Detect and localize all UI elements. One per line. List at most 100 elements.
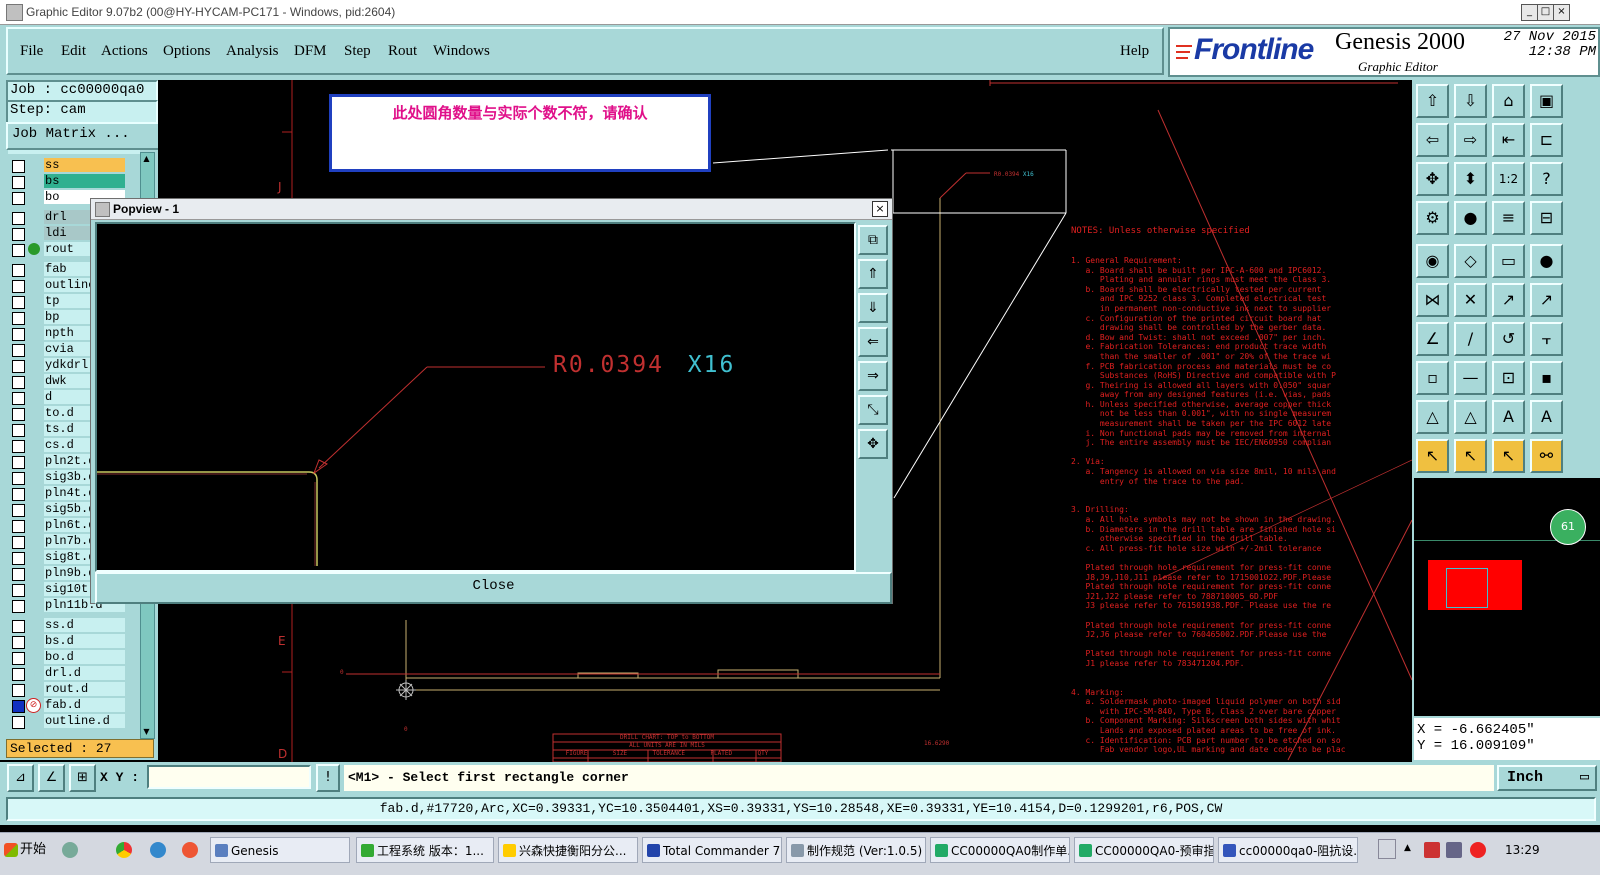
- chrome-icon[interactable]: [116, 842, 132, 858]
- popview-close-icon[interactable]: ×: [872, 201, 888, 217]
- units-selector[interactable]: Inch ▭: [1497, 765, 1597, 791]
- layer-checkbox[interactable]: [12, 536, 25, 549]
- layer-row-bo-d[interactable]: bo.d: [6, 650, 140, 665]
- layer-row-bs[interactable]: bs: [6, 174, 140, 189]
- zoom-area-icon[interactable]: ⬍: [1454, 162, 1487, 196]
- text-alt-icon[interactable]: A: [1530, 400, 1563, 434]
- move-icon[interactable]: ↗: [1492, 283, 1525, 317]
- connect-icon[interactable]: ⚯: [1530, 439, 1563, 473]
- tray-g-icon[interactable]: [1470, 842, 1486, 858]
- snap-grid-icon[interactable]: ⊿: [7, 764, 34, 792]
- task-engineering-system[interactable]: 工程系统 版本：1...: [356, 837, 494, 863]
- quicklaunch-app-icon[interactable]: [182, 842, 198, 858]
- language-icon[interactable]: [1378, 839, 1396, 859]
- layer-name[interactable]: rout.d: [44, 682, 125, 696]
- fill-icon[interactable]: ▪: [1530, 361, 1563, 395]
- layer-checkbox[interactable]: [12, 296, 25, 309]
- xy-input[interactable]: [147, 765, 311, 789]
- pan-up-icon[interactable]: ⇧: [1416, 84, 1449, 118]
- close-window-button[interactable]: ×: [1553, 4, 1570, 21]
- minimap-viewport[interactable]: [1446, 568, 1488, 608]
- layer-checkbox[interactable]: [12, 192, 25, 205]
- zoom-fit-icon[interactable]: ✥: [1416, 162, 1449, 196]
- pointer-icon[interactable]: ↖: [1416, 439, 1449, 473]
- snap-center-icon[interactable]: ⊞: [69, 764, 96, 792]
- layer-row-ss[interactable]: ss: [6, 158, 140, 173]
- scroll-up-icon[interactable]: ▲: [142, 154, 151, 164]
- menu-windows[interactable]: Windows: [433, 43, 490, 60]
- task-genesis[interactable]: Genesis: [210, 837, 350, 863]
- layer-checkbox[interactable]: [12, 584, 25, 597]
- layer-checkbox[interactable]: [12, 264, 25, 277]
- menu-step[interactable]: Step: [344, 43, 371, 60]
- ruler-icon[interactable]: ▭: [1492, 244, 1525, 278]
- copy-icon[interactable]: ↗: [1530, 283, 1563, 317]
- layer-checkbox[interactable]: [12, 716, 25, 729]
- layer-checkbox[interactable]: [12, 472, 25, 485]
- layer-checkbox[interactable]: [12, 392, 25, 405]
- help-icon[interactable]: ?: [1530, 162, 1563, 196]
- layer-name[interactable]: drl.d: [44, 666, 125, 680]
- measure-icon[interactable]: ●: [1454, 201, 1487, 235]
- layer-name[interactable]: outline.d: [44, 714, 125, 728]
- menu-edit[interactable]: Edit: [61, 43, 86, 60]
- popview-title-bar[interactable]: Popview - 1 ×: [91, 199, 892, 220]
- layer-checkbox[interactable]: [12, 244, 25, 257]
- layer-checkbox[interactable]: [12, 280, 25, 293]
- task-impedance-word[interactable]: cc00000qa0-阻抗设...: [1218, 837, 1358, 863]
- layer-name[interactable]: bs: [44, 174, 125, 188]
- layer-checkbox[interactable]: [12, 456, 25, 469]
- tray-app-icon[interactable]: [1424, 842, 1440, 858]
- slash-icon[interactable]: /: [1454, 322, 1487, 356]
- task-order-excel[interactable]: CC00000QA0制作单...: [930, 837, 1070, 863]
- layer-checkbox[interactable]: [12, 344, 25, 357]
- shape-icon[interactable]: ◇: [1454, 244, 1487, 278]
- menu-analysis[interactable]: Analysis: [226, 43, 279, 60]
- dash-icon[interactable]: —: [1454, 361, 1487, 395]
- rotate-icon[interactable]: ↺: [1492, 322, 1525, 356]
- layer-checkbox[interactable]: [12, 408, 25, 421]
- frame-icon[interactable]: ⊡: [1492, 361, 1525, 395]
- pan-down-icon[interactable]: ⇩: [1454, 84, 1487, 118]
- popview-zoom-window-icon[interactable]: ⧉: [858, 225, 888, 255]
- task-total-commander[interactable]: Total Commander 7.0...: [642, 837, 782, 863]
- layer-row-rout-d[interactable]: rout.d: [6, 682, 140, 697]
- start-button[interactable]: 开始: [2, 837, 54, 863]
- scroll-down-icon[interactable]: ▼: [142, 727, 151, 737]
- menu-rout[interactable]: Rout: [388, 43, 417, 60]
- overview-map[interactable]: 61: [1414, 478, 1600, 716]
- settings-icon[interactable]: ⚙: [1416, 201, 1449, 235]
- layer-checkbox[interactable]: [12, 520, 25, 533]
- layer-checkbox[interactable]: [12, 504, 25, 517]
- layer-checkbox[interactable]: [12, 668, 25, 681]
- tray-monitor-icon[interactable]: [1446, 842, 1462, 858]
- layer-checkbox[interactable]: [12, 652, 25, 665]
- popview-pan-left-icon[interactable]: ⇐: [858, 327, 888, 357]
- layer-checkbox[interactable]: [12, 212, 25, 225]
- layer-row-fab-d[interactable]: ⊘ fab.d: [6, 698, 140, 713]
- job-matrix-button[interactable]: Job Matrix ...: [6, 122, 160, 150]
- layer-checkbox[interactable]: [12, 228, 25, 241]
- layer-checkbox[interactable]: [12, 424, 25, 437]
- task-browser[interactable]: 兴森快捷衡阳分公...: [498, 837, 638, 863]
- popview-pan-up-icon[interactable]: ⇑: [858, 259, 888, 289]
- select-box-icon[interactable]: ▫: [1416, 361, 1449, 395]
- layer-checkbox[interactable]: [12, 176, 25, 189]
- menu-file[interactable]: File: [20, 43, 43, 60]
- layers-icon[interactable]: ≡: [1492, 201, 1525, 235]
- select-icon[interactable]: ↖: [1454, 439, 1487, 473]
- maximize-button[interactable]: □: [1537, 4, 1554, 21]
- layer-checkbox[interactable]: [12, 312, 25, 325]
- pan-left-icon[interactable]: ⇦: [1416, 123, 1449, 157]
- layer-checkbox[interactable]: [12, 160, 25, 173]
- popview-zoom-out-icon[interactable]: ✥: [858, 429, 888, 459]
- tray-expand-icon[interactable]: ▲: [1404, 843, 1411, 853]
- layer-checkbox[interactable]: [12, 440, 25, 453]
- line-icon[interactable]: ∠: [1416, 322, 1449, 356]
- layer-row-outline-d[interactable]: outline.d: [6, 714, 140, 729]
- layer-checkbox[interactable]: [12, 376, 25, 389]
- layer-checkbox[interactable]: [12, 684, 25, 697]
- popview-close-button[interactable]: Close: [95, 572, 892, 604]
- full-view-icon[interactable]: ▣: [1530, 84, 1563, 118]
- task-review-excel[interactable]: CC00000QA0-预审指...: [1074, 837, 1214, 863]
